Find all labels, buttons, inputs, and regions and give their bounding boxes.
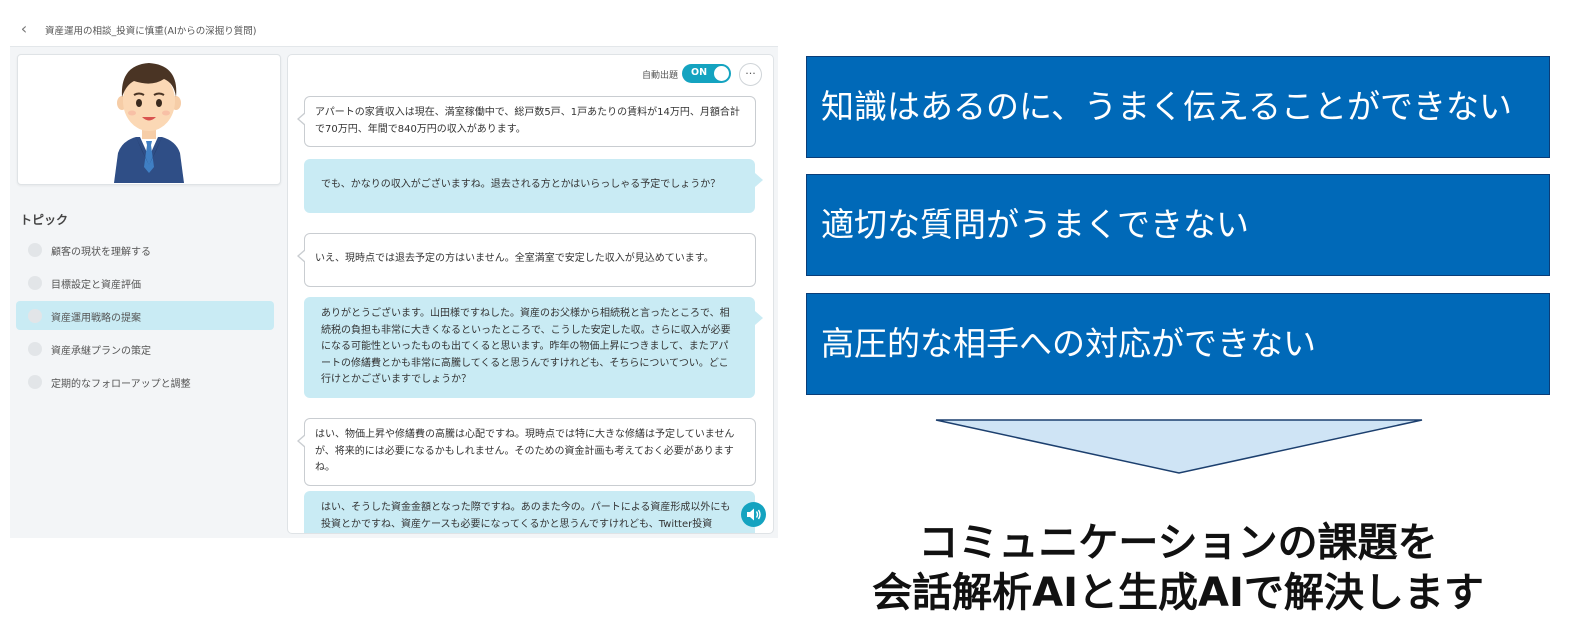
session-title: 資産運用の相談_投資に慎重(AIからの深掘り質問)	[45, 26, 257, 37]
topic-heading: トピック	[20, 213, 69, 227]
topic-status-dot	[28, 375, 42, 389]
chat-panel: 自動出題 ON ··· アパートの家賃収入は現在、満室稼働中で、総戸数5戸、1戸…	[287, 54, 774, 534]
agent-message: はい、そうした資金金額となった際ですね。あのまた今の。パートによる資産形成以外に…	[304, 491, 755, 533]
customer-avatar	[114, 63, 184, 183]
topic-label: 定期的なフォローアップと調整	[51, 379, 191, 390]
topic-item-strategy-proposal[interactable]: 資産運用戦略の提案	[16, 301, 274, 330]
topic-label: 資産運用戦略の提案	[51, 313, 141, 324]
issue-box-difficult-client: 高圧的な相手への対応ができない	[806, 293, 1550, 395]
topic-status-dot	[28, 342, 42, 356]
topic-label: 目標設定と資産評価	[51, 280, 141, 291]
topic-item-followup[interactable]: 定期的なフォローアップと調整	[16, 367, 274, 396]
topic-item-understand-customer[interactable]: 顧客の現状を理解する	[16, 235, 274, 264]
toggle-knob	[714, 66, 729, 81]
topic-status-dot	[28, 309, 42, 323]
topic-label: 顧客の現状を理解する	[51, 247, 151, 258]
customer-avatar-card	[17, 54, 281, 185]
down-arrow-icon	[935, 419, 1423, 474]
more-icon: ···	[745, 67, 756, 80]
issue-box-questioning: 適切な質問がうまくできない	[806, 174, 1550, 276]
app-header: ‹ 資産運用の相談_投資に慎重(AIからの深掘り質問)	[10, 12, 778, 47]
topic-status-dot	[28, 243, 42, 257]
agent-message: でも、かなりの収入がございますね。退去される方とかはいらっしゃる予定でしょうか？	[304, 159, 763, 213]
app-screenshot: ‹ 資産運用の相談_投資に慎重(AIからの深掘り質問) トピック 顧客の現状を理…	[10, 12, 778, 538]
topic-list: 顧客の現状を理解する 目標設定と資産評価 資産運用戦略の提案 資産承継プランの策…	[16, 235, 274, 400]
topic-item-succession-plan[interactable]: 資産承継プランの策定	[16, 334, 274, 363]
issue-box-communication: 知識はあるのに、うまく伝えることができない	[806, 56, 1550, 158]
auto-question-label: 自動出題	[642, 71, 679, 81]
back-chevron-icon[interactable]: ‹	[14, 19, 34, 39]
agent-message: ありがとうございます。山田様ですねした。資産のお父様から相続税と言ったところで、…	[304, 297, 763, 398]
auto-question-toggle[interactable]: ON	[682, 64, 731, 83]
conclusion-line-2: 会話解析AIと生成AIで解決します	[872, 570, 1484, 616]
speaker-button[interactable]	[741, 502, 766, 527]
customer-message: アパートの家賃収入は現在、満室稼働中で、総戸数5戸、1戸あたりの賃料が14万円、…	[297, 96, 756, 147]
toggle-label: ON	[691, 67, 708, 78]
customer-message: いえ、現時点では退去予定の方はいません。全室満室で安定した収入が見込めています。	[297, 233, 756, 287]
customer-message: はい、物価上昇や修繕費の高騰は心配ですね。現時点では特に大きな修繕は予定していま…	[297, 418, 756, 486]
speaker-icon	[747, 508, 761, 521]
topic-label: 資産承継プランの策定	[51, 346, 151, 357]
more-options-button[interactable]: ···	[739, 63, 762, 86]
topic-item-goal-setting[interactable]: 目標設定と資産評価	[16, 268, 274, 297]
topic-status-dot	[28, 276, 42, 290]
